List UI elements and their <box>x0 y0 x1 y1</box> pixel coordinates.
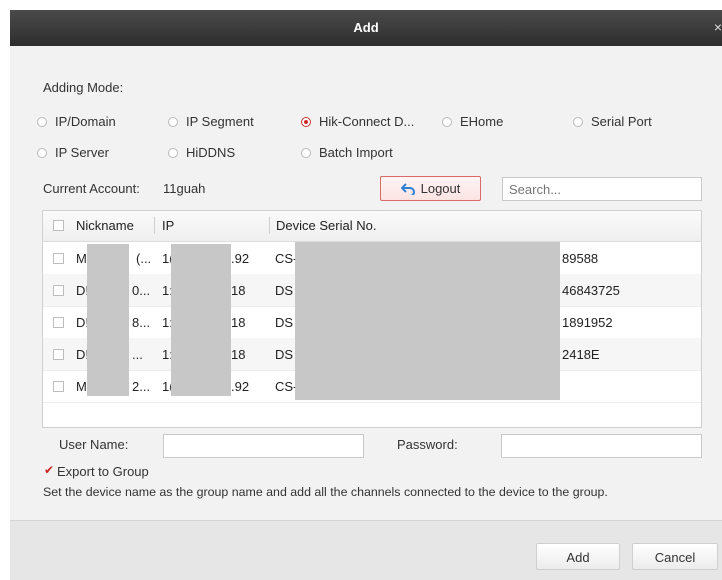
radio-indicator <box>168 116 178 127</box>
row-checkbox[interactable] <box>53 381 64 392</box>
table-header: Nickname IP Device Serial No. <box>43 211 701 242</box>
column-header-nickname[interactable]: Nickname <box>76 218 134 233</box>
serial-suffix: 2418E <box>562 347 600 362</box>
ip-suffix: 18 <box>231 315 246 330</box>
radio-ehome[interactable]: EHome <box>442 114 503 129</box>
ip-suffix: .92 <box>231 379 250 394</box>
redaction-mask <box>87 244 129 396</box>
row-checkbox[interactable] <box>53 253 64 264</box>
radio-hik-connect[interactable]: Hik-Connect D... <box>301 114 414 129</box>
nickname-suffix: (... <box>136 251 152 266</box>
radio-label: IP Server <box>55 145 109 160</box>
export-description: Set the device name as the group name an… <box>43 485 608 499</box>
cancel-button[interactable]: Cancel <box>632 543 718 570</box>
device-table: Nickname IP Device Serial No. M (... 1( … <box>42 210 702 428</box>
nickname-suffix: 2... <box>132 379 151 394</box>
radio-hiddns[interactable]: HiDDNS <box>168 145 235 160</box>
export-to-group-checkbox[interactable]: ✔ <box>44 464 55 476</box>
radio-label: EHome <box>460 114 504 129</box>
select-all-checkbox[interactable] <box>53 220 64 231</box>
redaction-mask <box>171 244 231 396</box>
radio-indicator <box>301 147 311 158</box>
radio-indicator <box>37 147 47 158</box>
search-input[interactable] <box>502 177 702 201</box>
dialog-title: Add <box>353 20 379 35</box>
current-account-value: 11guah <box>163 181 206 196</box>
radio-indicator <box>442 116 452 127</box>
password-input[interactable] <box>501 434 702 458</box>
column-header-ip[interactable]: IP <box>162 218 174 233</box>
row-checkbox[interactable] <box>53 349 64 360</box>
nickname-suffix: 0... <box>132 283 151 298</box>
column-header-serial[interactable]: Device Serial No. <box>276 218 376 233</box>
radio-ip-server[interactable]: IP Server <box>37 145 109 160</box>
serial-prefix: DS <box>275 347 294 362</box>
radio-label: IP Segment <box>186 114 254 129</box>
radio-ip-segment[interactable]: IP Segment <box>168 114 254 129</box>
radio-label: Serial Port <box>591 114 652 129</box>
radio-label: Batch Import <box>319 145 393 160</box>
current-account-label: Current Account: <box>43 181 140 196</box>
serial-prefix: DS <box>275 283 294 298</box>
username-input[interactable] <box>163 434 364 458</box>
close-icon[interactable]: × <box>714 19 722 35</box>
radio-ip-domain[interactable]: IP/Domain <box>37 114 116 129</box>
serial-suffix: 89588 <box>562 251 599 266</box>
radio-label: HiDDNS <box>186 145 236 160</box>
nickname-suffix: 8... <box>132 315 151 330</box>
logout-button[interactable]: Logout <box>380 176 481 201</box>
nickname-prefix: M <box>76 379 87 394</box>
nickname-prefix: M <box>76 251 87 266</box>
export-to-group-label: Export to Group <box>57 464 149 479</box>
column-divider[interactable] <box>154 217 155 234</box>
logout-label: Logout <box>420 181 461 196</box>
serial-prefix: DS <box>275 315 294 330</box>
ip-suffix: .92 <box>231 251 250 266</box>
username-label: User Name: <box>59 437 129 452</box>
radio-batch-import[interactable]: Batch Import <box>301 145 393 160</box>
row-checkbox[interactable] <box>53 285 64 296</box>
serial-suffix: 1891952 <box>562 315 613 330</box>
serial-suffix: 46843725 <box>562 283 620 298</box>
redaction-mask <box>295 242 560 400</box>
radio-indicator <box>573 116 583 127</box>
radio-serial-port[interactable]: Serial Port <box>573 114 652 129</box>
radio-label: IP/Domain <box>55 114 116 129</box>
radio-indicator <box>37 116 47 127</box>
radio-indicator-selected <box>301 116 311 127</box>
password-label: Password: <box>397 437 458 452</box>
title-bar: Add × <box>10 10 722 46</box>
nickname-suffix: ... <box>132 347 143 362</box>
logout-icon <box>400 182 415 195</box>
add-button[interactable]: Add <box>536 543 620 570</box>
row-checkbox[interactable] <box>53 317 64 328</box>
column-divider[interactable] <box>269 217 270 234</box>
radio-label: Hik-Connect D... <box>319 114 415 129</box>
ip-suffix: 18 <box>231 283 246 298</box>
radio-indicator <box>168 147 178 158</box>
ip-suffix: 18 <box>231 347 246 362</box>
adding-mode-label: Adding Mode: <box>43 80 124 95</box>
